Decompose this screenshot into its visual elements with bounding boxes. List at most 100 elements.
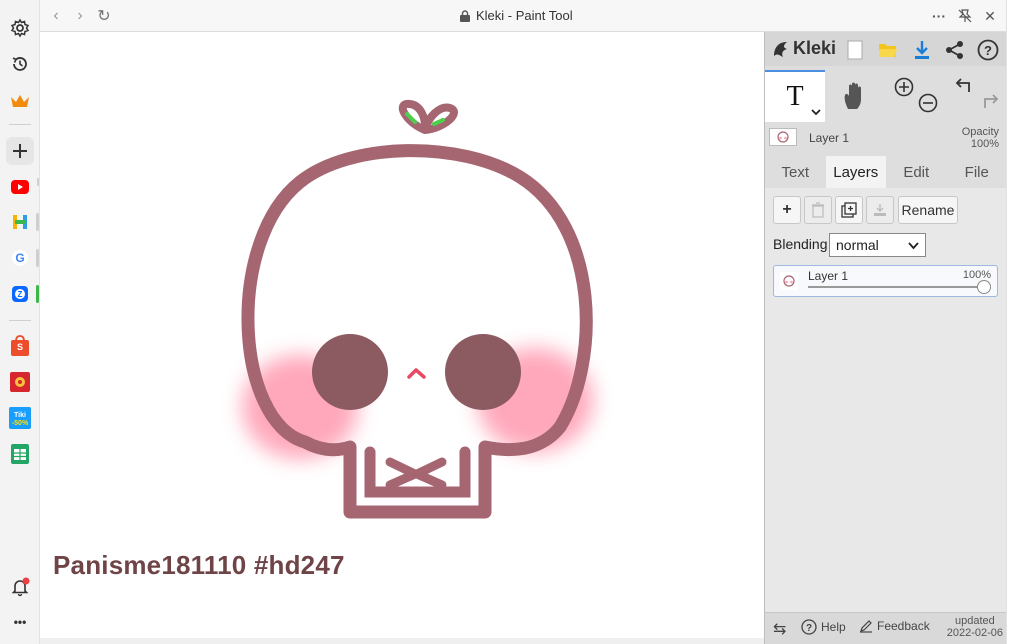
more-options-button[interactable]: ···	[929, 6, 949, 26]
kleki-header: Kleki ?	[765, 32, 1007, 66]
feedback-link[interactable]: Feedback	[859, 619, 930, 633]
zalo-icon[interactable]: Z	[6, 280, 34, 308]
forward-button[interactable]: ›	[70, 6, 90, 26]
sheets-icon[interactable]	[6, 440, 34, 468]
blending-select[interactable]: normal	[829, 233, 926, 257]
drawing-canvas[interactable]: Panisme181110 #hd247	[40, 32, 764, 638]
add-layer-button[interactable]: +	[773, 196, 801, 224]
tab-layers[interactable]: Layers	[825, 156, 886, 188]
tab-indicator	[36, 213, 39, 231]
download-icon[interactable]	[910, 38, 934, 62]
duplicate-layer-button[interactable]	[835, 196, 863, 224]
current-layer-info: Layer 1 Opacity 100%	[765, 124, 1007, 152]
tab-indicator	[36, 249, 39, 267]
layer-opacity-track[interactable]	[808, 286, 984, 288]
h-app-icon[interactable]	[6, 208, 34, 236]
gear-icon[interactable]	[6, 14, 34, 42]
swap-side-button[interactable]: ⇆	[773, 619, 786, 639]
back-button[interactable]: ‹	[46, 6, 66, 26]
game-icon[interactable]	[6, 368, 34, 396]
current-layer-opacity: Opacity 100%	[962, 126, 999, 150]
tab-file[interactable]: File	[947, 156, 1008, 188]
sidebar-divider	[9, 320, 31, 321]
layers-panel: + Rename Blending normal Layer 1 100%	[765, 188, 1007, 612]
merge-icon	[874, 204, 886, 216]
reload-button[interactable]: ↻	[94, 6, 114, 26]
help-label: Help	[821, 620, 846, 634]
svg-text:G: G	[15, 251, 24, 265]
right-eye	[445, 334, 521, 410]
svg-text:S: S	[17, 342, 23, 352]
page-title: Kleki - Paint Tool	[460, 8, 573, 23]
browser-sidebar: G Z S Tiki -50% •••	[0, 0, 40, 644]
skull-drawing	[241, 99, 593, 519]
pencil-icon	[860, 620, 872, 633]
tab-edit[interactable]: Edit	[886, 156, 947, 188]
current-layer-thumbnail	[769, 128, 797, 146]
kleki-logo-text: Kleki	[793, 38, 837, 58]
layer-item[interactable]: Layer 1 100%	[773, 265, 998, 297]
opacity-value: 100%	[970, 138, 999, 150]
merge-layer-button[interactable]	[866, 196, 894, 224]
svg-text:-50%: -50%	[12, 420, 29, 427]
help-icon[interactable]: ?	[976, 38, 1000, 62]
chevron-down-icon	[811, 109, 821, 116]
crown-icon[interactable]	[6, 87, 34, 115]
window-edge	[1006, 0, 1024, 644]
tab-text[interactable]: Text	[765, 156, 826, 188]
hand-tool-button[interactable]	[825, 70, 885, 122]
left-eye	[312, 334, 388, 410]
kleki-logo[interactable]: Kleki	[771, 38, 836, 59]
share-icon[interactable]	[943, 38, 967, 62]
bell-icon[interactable]	[6, 573, 34, 601]
tool-row: T	[765, 70, 1007, 122]
redo-icon[interactable]	[977, 92, 999, 112]
rename-layer-button[interactable]: Rename	[898, 196, 958, 224]
kleki-footer: ⇆ ? Help Feedback updated 2022-02-06	[765, 612, 1007, 644]
kleki-panel: Kleki ? T Layer 1 Opacity 100% Text Laye…	[764, 32, 1008, 644]
browser-toolbar: ‹ › ↻ Kleki - Paint Tool ··· ✕	[40, 0, 1006, 32]
tiki-icon[interactable]: Tiki -50%	[6, 404, 34, 432]
svg-text:Z: Z	[18, 290, 23, 299]
layer-thumbnail	[780, 272, 798, 290]
nose	[407, 368, 426, 379]
zoom-out-icon[interactable]	[917, 92, 939, 114]
svg-text:Tiki: Tiki	[14, 412, 26, 419]
layer-opacity-slider-knob[interactable]	[977, 280, 991, 294]
new-file-icon[interactable]	[843, 38, 867, 62]
shopee-icon[interactable]: S	[6, 332, 34, 360]
lock-icon	[460, 9, 470, 22]
youtube-icon[interactable]	[6, 173, 34, 201]
zoom-buttons	[885, 70, 945, 122]
layer-opacity-value: 100%	[962, 269, 991, 281]
zoom-in-icon[interactable]	[893, 76, 915, 98]
undo-icon[interactable]	[955, 76, 977, 96]
tab-indicator	[36, 285, 39, 303]
hand-icon	[844, 82, 861, 109]
page-title-text: Kleki - Paint Tool	[476, 8, 573, 23]
canvas-bottom-strip	[40, 638, 764, 644]
duplicate-icon	[841, 202, 857, 218]
screen: G Z S Tiki -50% ••• ‹ › ↻ Kleki - Paint …	[0, 0, 1024, 644]
kleki-logo-icon	[774, 41, 787, 57]
chevron-down-icon	[908, 242, 919, 250]
close-button[interactable]: ✕	[980, 6, 1000, 26]
help-circle-icon: ?	[801, 619, 817, 635]
text-tool-button[interactable]: T	[765, 70, 825, 122]
svg-text:?: ?	[806, 623, 812, 634]
open-folder-icon[interactable]	[876, 38, 900, 62]
bow	[385, 457, 447, 490]
google-icon[interactable]: G	[6, 244, 34, 272]
pin-off-icon[interactable]	[955, 6, 975, 26]
layer-name: Layer 1	[808, 269, 849, 283]
help-link[interactable]: ? Help	[801, 619, 846, 635]
current-layer-name: Layer 1	[809, 131, 850, 145]
svg-text:?: ?	[984, 43, 992, 58]
plus-icon[interactable]	[6, 137, 34, 165]
sidebar-divider	[9, 124, 31, 125]
history-icon[interactable]	[6, 50, 34, 78]
trash-icon	[812, 202, 824, 218]
more-icon[interactable]: •••	[6, 608, 34, 636]
text-tool-label: T	[786, 81, 804, 112]
delete-layer-button[interactable]	[804, 196, 832, 224]
